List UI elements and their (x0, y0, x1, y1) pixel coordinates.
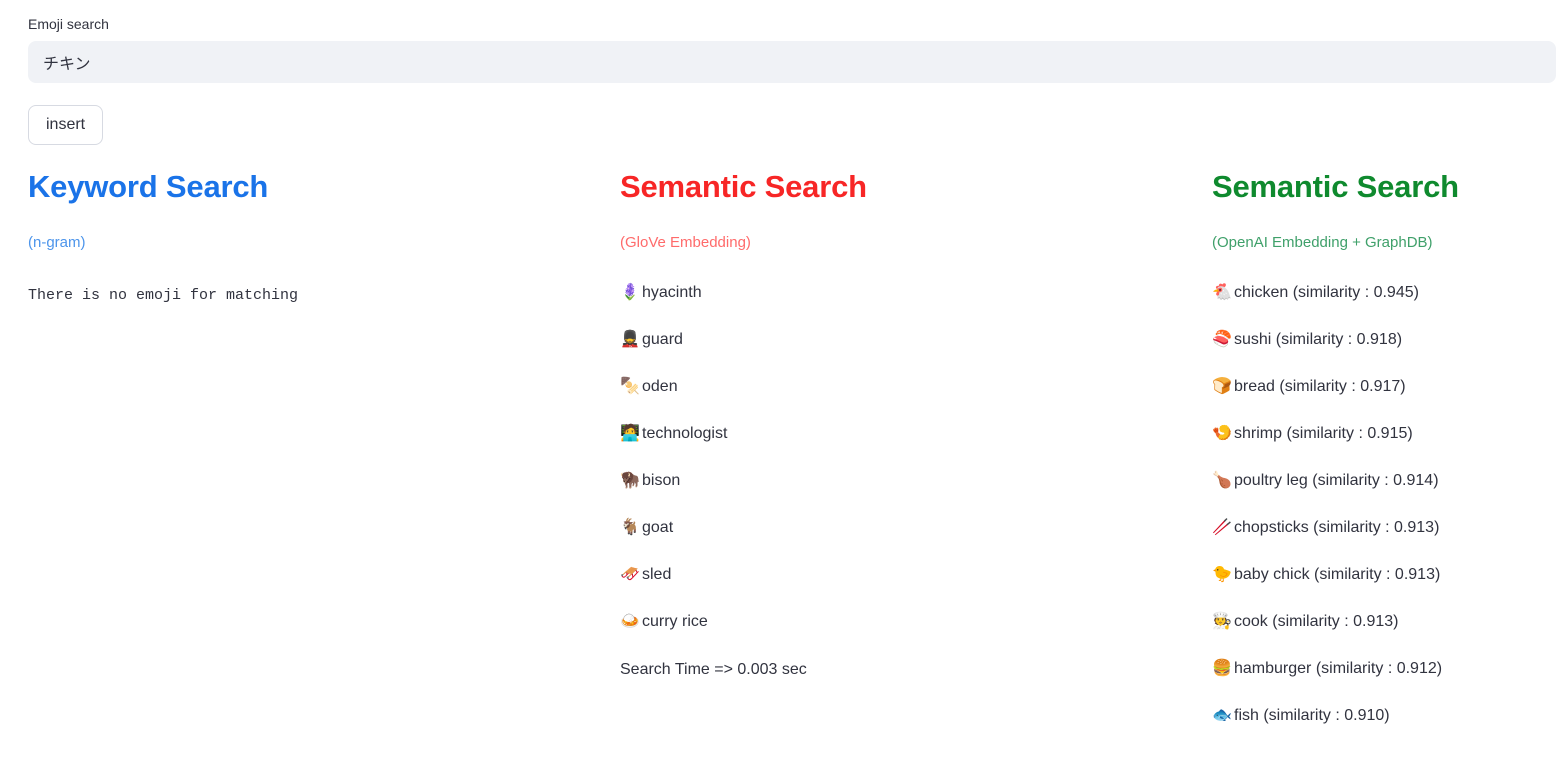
list-item: 🪻 hyacinth (620, 281, 1174, 305)
result-emoji-icon: 🪻 (620, 283, 640, 301)
result-emoji-icon: 🐐 (620, 518, 640, 536)
list-item: 🍗 poultry leg (similarity : 0.914) (1212, 469, 1546, 493)
search-label: Emoji search (28, 16, 109, 32)
list-item: 🧑‍💻 technologist (620, 422, 1174, 446)
result-label: chicken (similarity : 0.945) (1234, 283, 1419, 301)
result-label: chopsticks (similarity : 0.913) (1234, 518, 1440, 536)
column-openai-search: Semantic Search (OpenAI Embedding + Grap… (1184, 168, 1556, 751)
results-columns: Keyword Search (n-gram) There is no emoj… (0, 168, 1556, 751)
result-label: shrimp (similarity : 0.915) (1234, 424, 1413, 442)
result-label: goat (642, 518, 674, 536)
no-match-message: There is no emoji for matching (28, 286, 299, 304)
keyword-search-title: Keyword Search (28, 169, 269, 204)
list-item: 🍣 sushi (similarity : 0.918) (1212, 328, 1546, 352)
result-emoji-icon: 🍢 (620, 377, 640, 395)
result-label: guard (642, 330, 683, 348)
list-item: 🥢 chopsticks (similarity : 0.913) (1212, 516, 1546, 540)
column-keyword-search: Keyword Search (n-gram) There is no emoj… (0, 168, 592, 307)
result-emoji-icon: 🐟 (1212, 706, 1232, 724)
result-emoji-icon: 🐤 (1212, 565, 1232, 583)
list-item: 🍔 hamburger (similarity : 0.912) (1212, 657, 1546, 681)
column-glove-search: Semantic Search (GloVe Embedding) 🪻 hyaci… (592, 168, 1184, 682)
result-emoji-icon: 💂 (620, 330, 640, 348)
glove-search-subtitle: (GloVe Embedding) (620, 234, 751, 252)
result-emoji-icon: 🦬 (620, 471, 640, 489)
result-label: bread (similarity : 0.917) (1234, 377, 1406, 395)
result-emoji-icon: 🥢 (1212, 518, 1232, 536)
result-label: bison (642, 471, 681, 489)
list-item: 🍞 bread (similarity : 0.917) (1212, 375, 1546, 399)
result-emoji-icon: 🛷 (620, 565, 640, 583)
list-item: 🍤 shrimp (similarity : 0.915) (1212, 422, 1546, 446)
result-label: technologist (642, 424, 728, 442)
keyword-search-subtitle: (n-gram) (28, 234, 86, 252)
result-emoji-icon: 🍞 (1212, 377, 1232, 395)
glove-search-title: Semantic Search (620, 169, 867, 204)
result-label: sled (642, 565, 672, 583)
list-item: 🍢 oden (620, 375, 1174, 399)
result-label: baby chick (similarity : 0.913) (1234, 565, 1441, 583)
result-label: cook (similarity : 0.913) (1234, 612, 1399, 630)
list-item: 🐐 goat (620, 516, 1174, 540)
list-item: 💂 guard (620, 328, 1174, 352)
result-label: oden (642, 377, 678, 395)
result-emoji-icon: 🐔 (1212, 283, 1232, 301)
openai-search-subtitle: (OpenAI Embedding + GraphDB) (1212, 234, 1433, 252)
result-label: curry rice (642, 612, 708, 630)
list-item: 🧑‍🍳 cook (similarity : 0.913) (1212, 610, 1546, 634)
result-label: hyacinth (642, 283, 702, 301)
result-emoji-icon: 🍣 (1212, 330, 1232, 348)
list-item: 🐔 chicken (similarity : 0.945) (1212, 281, 1546, 305)
result-emoji-icon: 🧑‍🍳 (1212, 612, 1232, 630)
list-item: 🛷 sled (620, 563, 1174, 587)
insert-button[interactable]: insert (28, 105, 104, 145)
result-emoji-icon: 🍤 (1212, 424, 1232, 442)
result-label: fish (similarity : 0.910) (1234, 706, 1390, 724)
search-block: Emoji search insert (0, 0, 1556, 145)
result-label: poultry leg (similarity : 0.914) (1234, 471, 1439, 489)
result-label: hamburger (similarity : 0.912) (1234, 659, 1443, 677)
result-emoji-icon: 🧑‍💻 (620, 424, 640, 442)
glove-result-list: 🪻 hyacinth 💂 guard 🍢 oden 🧑‍💻 technologist 🦬 biso… (620, 281, 1174, 634)
result-label: sushi (similarity : 0.918) (1234, 330, 1403, 348)
list-item: 🦬 bison (620, 469, 1174, 493)
result-emoji-icon: 🍛 (620, 612, 640, 630)
search-input[interactable] (28, 41, 1556, 83)
list-item: 🐟 fish (similarity : 0.910) (1212, 704, 1546, 728)
emoji-search-app: Emoji search insert Keyword Search (n-gr… (0, 0, 1556, 766)
openai-search-title: Semantic Search (1212, 169, 1459, 204)
glove-search-time: Search Time => 0.003 sec (620, 660, 807, 678)
list-item: 🐤 baby chick (similarity : 0.913) (1212, 563, 1546, 587)
result-emoji-icon: 🍔 (1212, 659, 1232, 677)
list-item: 🍛 curry rice (620, 610, 1174, 634)
result-emoji-icon: 🍗 (1212, 471, 1232, 489)
openai-result-list: 🐔 chicken (similarity : 0.945) 🍣 sushi (sim… (1212, 281, 1546, 728)
